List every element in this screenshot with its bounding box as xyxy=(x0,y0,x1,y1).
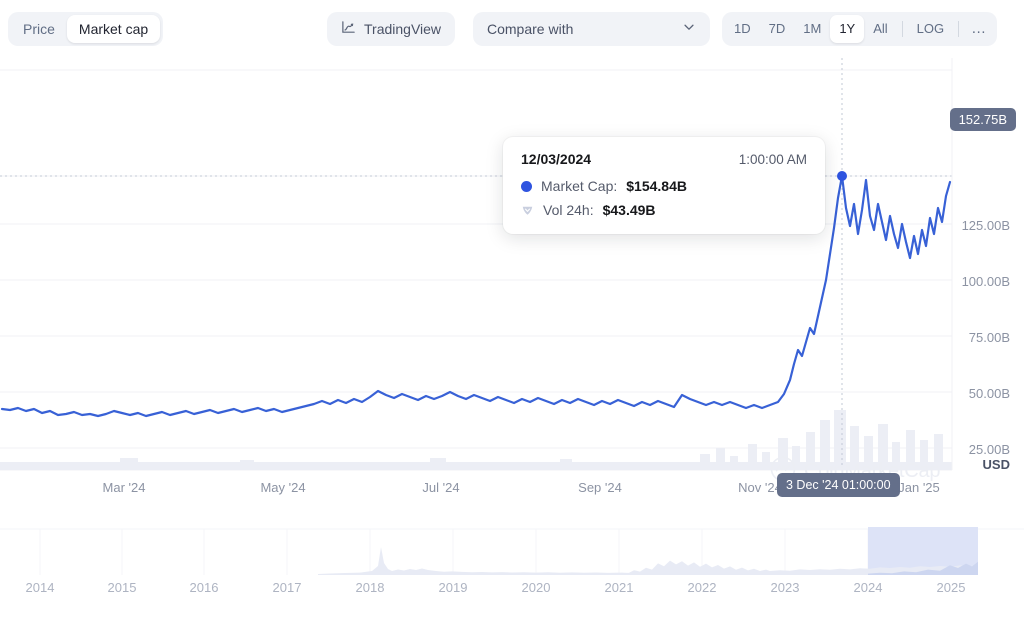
navigator-tick-2020: 2020 xyxy=(522,580,551,595)
tooltip-header: 12/03/2024 1:00:00 AM xyxy=(521,151,807,167)
line-chart-icon xyxy=(341,20,356,38)
tradingview-button[interactable]: TradingView xyxy=(327,12,455,46)
y-axis-currency-label: USD xyxy=(983,457,1010,472)
range-button-1y[interactable]: 1Y xyxy=(830,15,864,43)
range-button-all[interactable]: All xyxy=(864,15,896,43)
navigator-tick-2015: 2015 xyxy=(108,580,137,595)
price-marketcap-toggle[interactable]: Price Market cap xyxy=(8,12,163,46)
market-cap-chart-widget: Price Market cap TradingView Compare wit… xyxy=(0,0,1024,627)
navigator-tick-2016: 2016 xyxy=(190,580,219,595)
x-axis-tick-nov24: Nov '24 xyxy=(738,480,782,495)
toolbar-divider-2 xyxy=(958,21,959,37)
chevron-down-icon xyxy=(682,20,696,39)
y-axis-tick-75b: 75.00B xyxy=(969,330,1010,345)
x-axis-tick-jan25: Jan '25 xyxy=(898,480,940,495)
navigator-tick-2019: 2019 xyxy=(439,580,468,595)
navigator-tick-2023: 2023 xyxy=(771,580,800,595)
crosshair-date-badge: 3 Dec '24 01:00:00 xyxy=(777,473,900,497)
y-axis-tick-125b: 125.00B xyxy=(962,218,1010,233)
tooltip-volume-value: $43.49B xyxy=(603,202,656,218)
chart-range-navigator[interactable]: 2014 2015 2016 2017 2018 2019 2020 2021 … xyxy=(0,525,1024,627)
more-options-button[interactable]: … xyxy=(964,15,994,43)
chart-plot-area[interactable]: CoinMarketCap 125.00B 100.00B 75.00B 50.… xyxy=(0,58,1024,505)
toolbar-divider-1 xyxy=(902,21,903,37)
blue-dot-icon xyxy=(521,181,532,192)
tooltip-volume-label: Vol 24h: xyxy=(543,202,594,218)
navigator-tick-2021: 2021 xyxy=(605,580,634,595)
log-scale-button[interactable]: LOG xyxy=(908,15,953,43)
highlight-marker-dot xyxy=(837,171,847,181)
chart-svg xyxy=(0,58,1024,505)
tooltip-row-market-cap: Market Cap: $154.84B xyxy=(521,178,807,194)
tooltip-date: 12/03/2024 xyxy=(521,151,591,167)
tradingview-label: TradingView xyxy=(364,21,441,37)
x-axis-tick-jul24: Jul '24 xyxy=(422,480,459,495)
x-axis-tick-sep24: Sep '24 xyxy=(578,480,622,495)
volume-bars xyxy=(0,410,952,470)
navigator-tick-2017: 2017 xyxy=(273,580,302,595)
navigator-svg xyxy=(0,525,1024,627)
tooltip-time: 1:00:00 AM xyxy=(739,152,807,167)
chart-toolbar: Price Market cap TradingView Compare wit… xyxy=(0,0,1024,58)
compare-with-dropdown[interactable]: Compare with xyxy=(473,12,710,46)
tooltip-market-cap-value: $154.84B xyxy=(626,178,687,194)
time-range-selector[interactable]: 1D 7D 1M 1Y All LOG … xyxy=(722,12,997,46)
x-axis-tick-mar24: Mar '24 xyxy=(103,480,146,495)
tooltip-row-volume: Vol 24h: $43.49B xyxy=(521,202,807,218)
current-value-badge: 152.75B xyxy=(950,108,1016,131)
chart-tooltip: 12/03/2024 1:00:00 AM Market Cap: $154.8… xyxy=(503,137,825,234)
range-button-7d[interactable]: 7D xyxy=(760,15,795,43)
range-button-1d[interactable]: 1D xyxy=(725,15,760,43)
y-axis-tick-50b: 50.00B xyxy=(969,386,1010,401)
navigator-tick-2022: 2022 xyxy=(688,580,717,595)
volume-shield-icon xyxy=(521,204,534,217)
range-button-1m[interactable]: 1M xyxy=(794,15,830,43)
compare-with-label: Compare with xyxy=(487,21,573,37)
navigator-tick-2024: 2024 xyxy=(854,580,883,595)
y-axis-tick-25b: 25.00B xyxy=(969,442,1010,457)
toggle-option-price[interactable]: Price xyxy=(11,15,67,43)
navigator-tick-2014: 2014 xyxy=(26,580,55,595)
gridlines xyxy=(0,70,952,470)
x-axis-tick-may24: May '24 xyxy=(260,480,305,495)
navigator-tick-2025: 2025 xyxy=(937,580,966,595)
toggle-option-market-cap[interactable]: Market cap xyxy=(67,15,160,43)
tooltip-market-cap-label: Market Cap: xyxy=(541,178,617,194)
y-axis-tick-100b: 100.00B xyxy=(962,274,1010,289)
navigator-tick-2018: 2018 xyxy=(356,580,385,595)
